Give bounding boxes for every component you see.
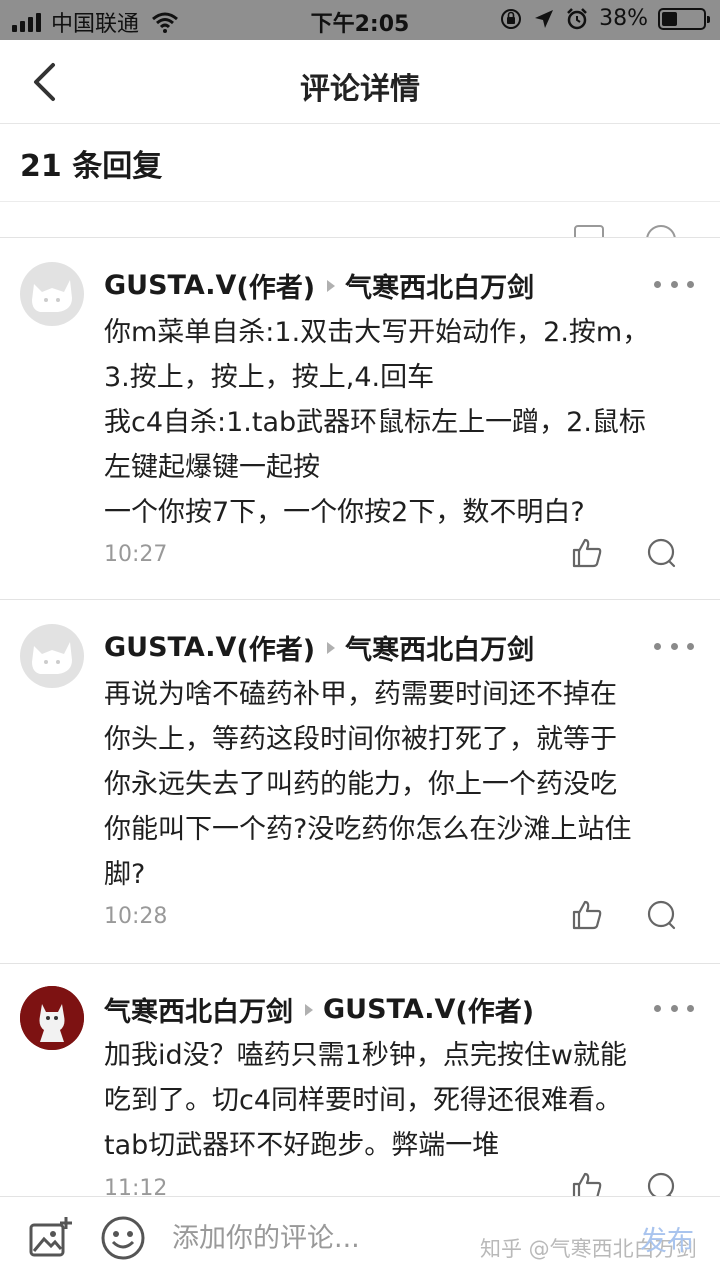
thumbs-up-icon xyxy=(572,900,602,930)
location-icon xyxy=(535,9,554,28)
comment-compose-bar: 知乎 @气寒西北白万剑 发布 xyxy=(0,1196,720,1281)
add-image-icon xyxy=(29,1217,72,1257)
comment-author-line: GUSTA.V (作者) 气寒西北白万剑 xyxy=(104,628,534,667)
comment-time: 10:28 xyxy=(104,904,168,929)
comment-item: GUSTA.V (作者) 气寒西北白万剑 再说为啥不磕药补甲，药需要时间还不掉在… xyxy=(0,600,720,964)
comment-line: 加我id没？嗑药只需1秒钟，点完按住w就能 xyxy=(104,1040,627,1071)
comment-line: 脚? xyxy=(104,859,146,890)
comment-item: GUSTA.V (作者) 气寒西北白万剑 你m菜单自杀:1.双击大写开始动作，2… xyxy=(0,238,720,600)
reply-button[interactable] xyxy=(644,536,678,570)
comment-body: 再说为啥不磕药补甲，药需要时间还不掉在 你头上，等药这段时间你被打死了，就等于 … xyxy=(104,672,684,897)
comment-line: 你永远失去了叫药的能力，你上一个药没吃 xyxy=(104,769,617,800)
smiley-icon xyxy=(101,1216,145,1260)
nav-bar: 评论详情 xyxy=(0,40,720,124)
thumbs-up-icon xyxy=(572,538,602,568)
status-right: 38% xyxy=(499,6,710,31)
default-avatar-icon xyxy=(32,642,72,674)
avatar[interactable] xyxy=(20,624,84,688)
status-bar: 中国联通 下午2:05 38% xyxy=(0,0,720,40)
reply-to-name[interactable]: 气寒西北白万剑 xyxy=(345,628,534,667)
reply-icon-fragment xyxy=(646,225,676,237)
comment-line: 你头上，等药这段时间你被打死了，就等于 xyxy=(104,724,617,755)
comment-line: 一个你按7下，一个你按2下，数不明白? xyxy=(104,497,585,528)
battery-icon xyxy=(658,7,710,30)
comment-author-line: 气寒西北白万剑 GUSTA.V (作者) xyxy=(104,990,534,1029)
more-options-button[interactable] xyxy=(654,274,694,294)
comment-bubble-icon xyxy=(647,538,676,568)
more-options-button[interactable] xyxy=(654,998,694,1018)
reply-count: 21 条回复 xyxy=(0,124,720,202)
reply-arrow-icon xyxy=(327,279,336,292)
comment-bubble-icon xyxy=(647,900,676,930)
comment-body: 你m菜单自杀:1.双击大写开始动作，2.按m， 3.按上，按上，按上,4.回车 … xyxy=(104,310,684,535)
author-name[interactable]: 气寒西北白万剑 xyxy=(104,990,293,1029)
reply-arrow-icon xyxy=(305,1003,313,1016)
comment-time: 10:27 xyxy=(104,542,168,567)
author-name[interactable]: GUSTA.V xyxy=(104,270,236,301)
reply-to-name[interactable]: GUSTA.V xyxy=(323,994,455,1025)
author-tag: (作者) xyxy=(236,635,316,666)
like-button[interactable] xyxy=(570,536,604,570)
comment-item: 气寒西北白万剑 GUSTA.V (作者) 加我id没？嗑药只需1秒钟，点完按住w… xyxy=(0,964,720,1224)
battery-percent: 38% xyxy=(599,6,648,31)
comment-line: 吃到了。切c4同样要时间，死得还很难看。 xyxy=(104,1085,623,1116)
cat-avatar-icon xyxy=(20,986,84,1050)
like-button[interactable] xyxy=(570,898,604,932)
comment-line: 你能叫下一个药?没吃药你怎么在沙滩上站住 xyxy=(104,814,632,845)
author-tag: (作者) xyxy=(455,997,535,1028)
comment-line: tab切武器环不好跑步。弊端一堆 xyxy=(104,1130,500,1161)
comment-input[interactable] xyxy=(172,1217,462,1259)
comment-body: 加我id没？嗑药只需1秒钟，点完按住w就能 吃到了。切c4同样要时间，死得还很难… xyxy=(104,1033,684,1168)
comment-line: 再说为啥不磕药补甲，药需要时间还不掉在 xyxy=(104,679,617,710)
avatar[interactable] xyxy=(20,262,84,326)
comment-line: 3.按上，按上，按上,4.回车 xyxy=(104,362,435,393)
publish-button[interactable]: 发布 xyxy=(640,1219,694,1258)
more-options-button[interactable] xyxy=(654,636,694,656)
reply-to-name[interactable]: 气寒西北白万剑 xyxy=(345,266,534,305)
add-image-button[interactable] xyxy=(28,1215,74,1261)
comment-line: 我c4自杀:1.tab武器环鼠标左上一蹭，2.鼠标 xyxy=(104,407,646,438)
orientation-lock-icon xyxy=(501,8,522,29)
author-tag: (作者) xyxy=(236,273,316,304)
alarm-icon xyxy=(567,7,587,29)
comment-detail-sheet: 评论详情 21 条回复 GUSTA.V (作者) 气寒西北白万剑 你m菜单自杀:… xyxy=(0,40,720,1281)
avatar[interactable] xyxy=(20,986,84,1050)
reply-button[interactable] xyxy=(644,898,678,932)
previous-comment-fragment xyxy=(0,202,720,238)
author-name[interactable]: GUSTA.V xyxy=(104,632,236,663)
default-avatar-icon xyxy=(32,280,72,312)
reply-arrow-icon xyxy=(327,641,336,654)
like-icon-fragment xyxy=(574,225,604,237)
comment-author-line: GUSTA.V (作者) 气寒西北白万剑 xyxy=(104,266,534,305)
page-title: 评论详情 xyxy=(300,72,420,107)
comment-line: 左键起爆键一起按 xyxy=(104,452,320,483)
comment-line: 你m菜单自杀:1.双击大写开始动作，2.按m， xyxy=(104,317,650,348)
emoji-button[interactable] xyxy=(100,1215,146,1261)
